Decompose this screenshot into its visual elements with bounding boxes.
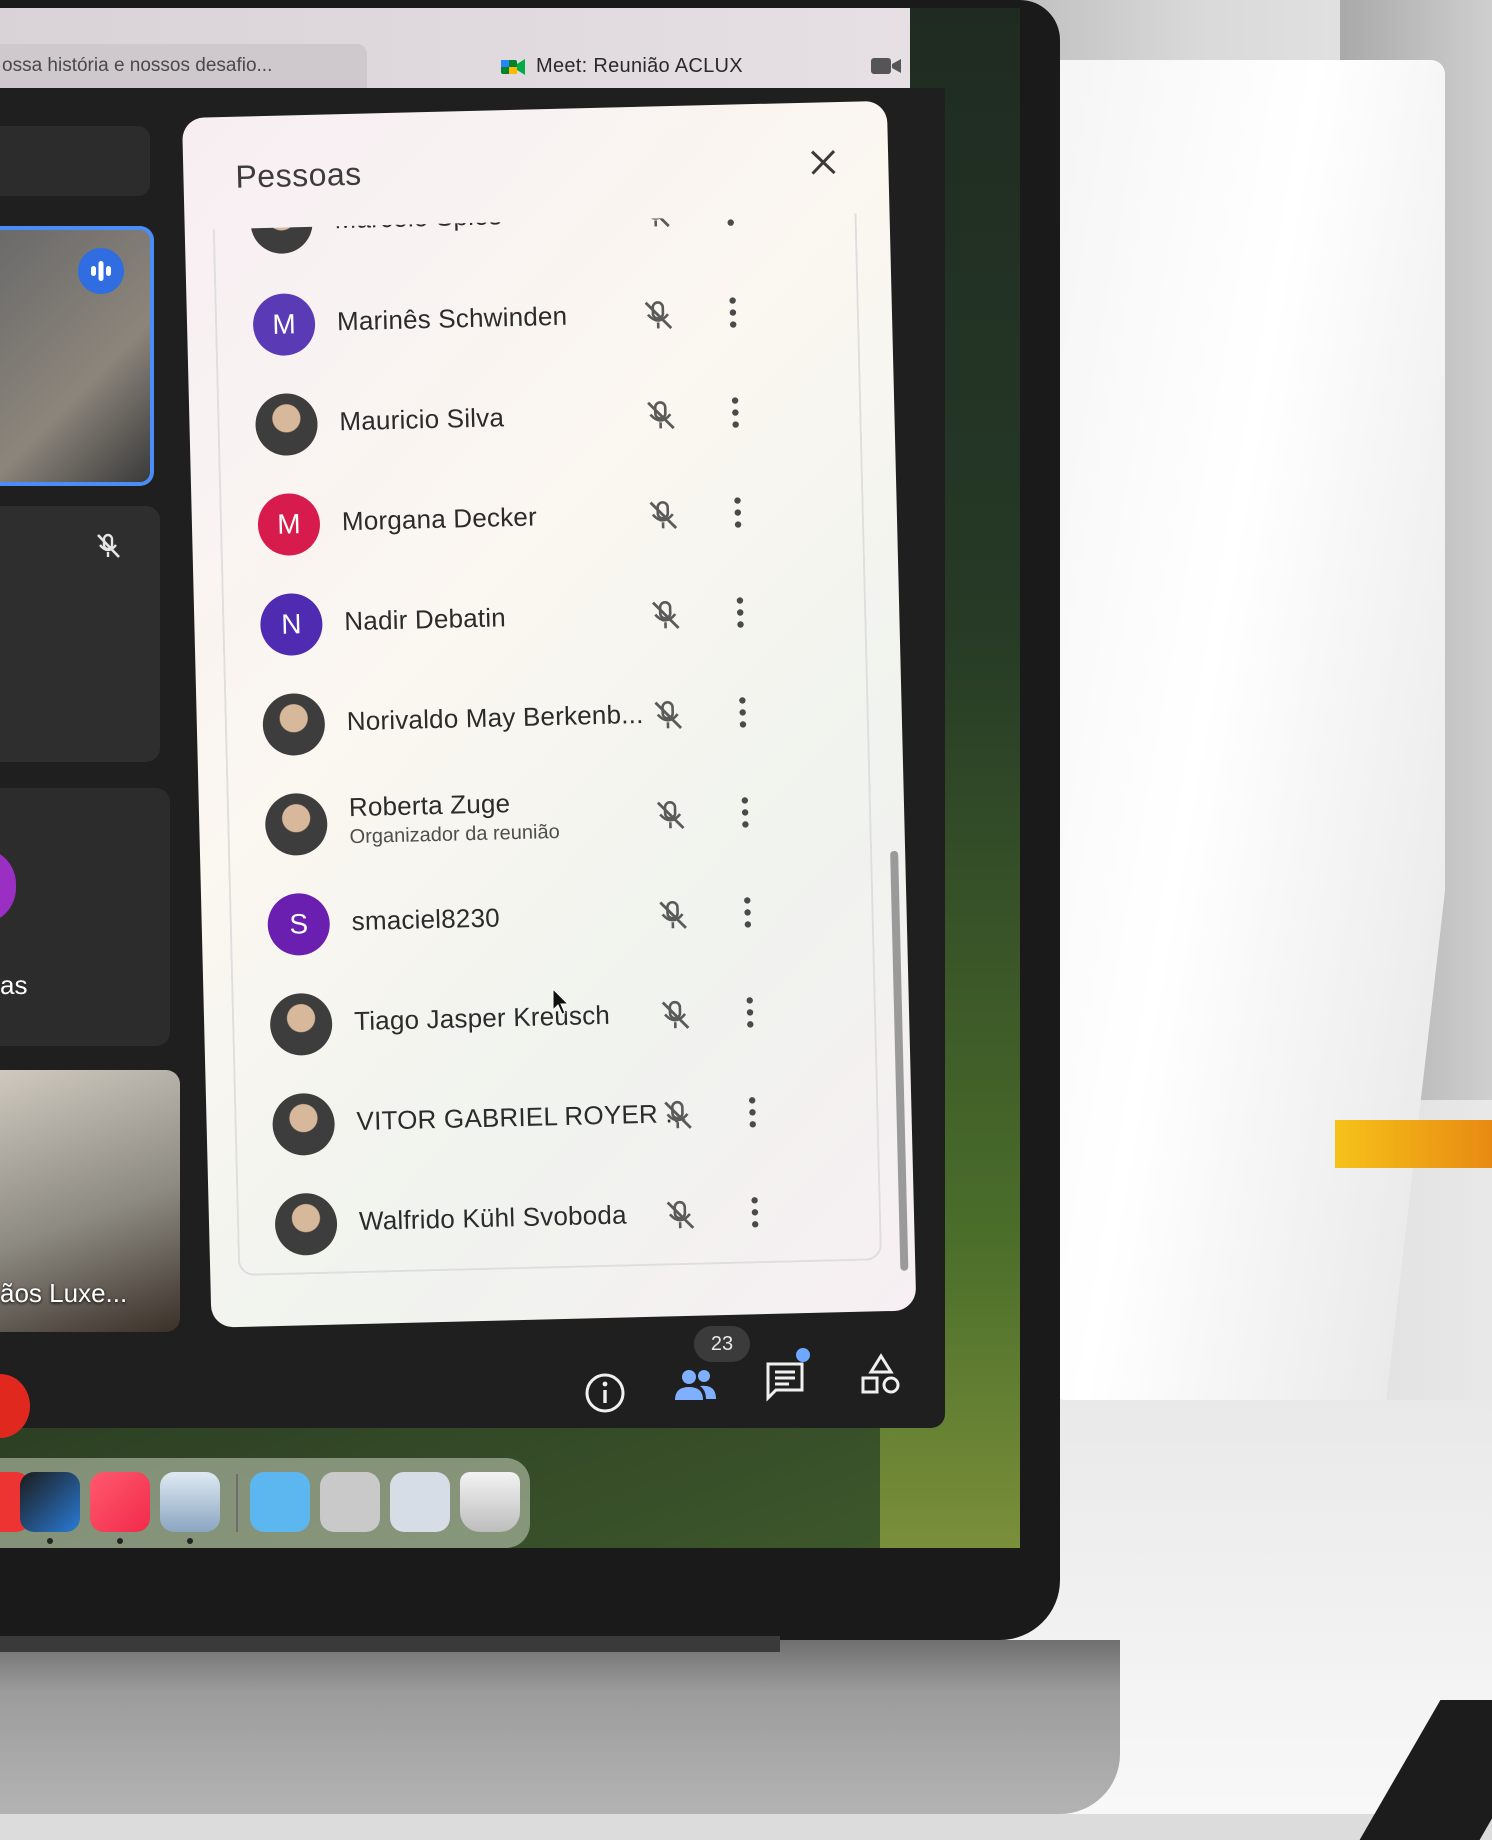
participant-list[interactable]: Marcelo Spies M Marinês Schwinden Mauricio … <box>213 214 882 1276</box>
participant-list-scrollbar[interactable] <box>890 851 908 1271</box>
more-options-icon[interactable] <box>729 492 746 532</box>
dock-app-icon[interactable] <box>20 1472 80 1532</box>
desk-lamp <box>1025 60 1445 1400</box>
people-panel: Pessoas Marcelo SpiesMMarinês SchwindenM… <box>182 101 916 1328</box>
participant-row[interactable]: N Nadir Debatin <box>223 557 865 673</box>
participant-name: Marinês Schwinden <box>337 301 568 338</box>
participant-row[interactable]: VITOR GABRIEL ROYER ... <box>235 1057 877 1173</box>
more-options-icon[interactable] <box>746 1192 763 1232</box>
speaking-indicator-icon <box>78 248 124 294</box>
chat-icon[interactable] <box>762 1358 808 1404</box>
more-options-icon[interactable] <box>724 292 741 332</box>
laptop-base <box>0 1640 1120 1814</box>
participant-row[interactable]: Roberta ZugeOrganizador da reunião <box>228 757 870 873</box>
participant-name: Mauricio Silva <box>339 402 504 437</box>
music-icon[interactable] <box>90 1472 150 1532</box>
browser-tab-meet[interactable]: Meet: Reunião ACLUX <box>500 46 743 86</box>
dock-stack-icon[interactable] <box>390 1472 450 1532</box>
dock-separator <box>236 1474 238 1532</box>
participant-avatar: S <box>267 893 330 956</box>
info-icon[interactable] <box>582 1370 628 1416</box>
participant-name: Morgana Decker <box>342 501 538 537</box>
participant-avatar: M <box>252 293 315 356</box>
dock-running-dot <box>117 1538 123 1544</box>
mic-off-icon <box>648 696 687 735</box>
tile-participant-name: as <box>0 970 27 1001</box>
mic-off-icon <box>92 530 124 562</box>
participant-role: Organizador da reunião <box>349 821 560 849</box>
dock-running-dot <box>187 1538 193 1544</box>
participant-avatar <box>265 793 328 856</box>
participant-avatar <box>274 1193 337 1256</box>
mic-off-icon <box>656 996 695 1035</box>
panel-title: Pessoas <box>235 156 362 196</box>
participant-avatar <box>262 693 325 756</box>
participant-name: Nadir Debatin <box>344 602 506 637</box>
background-book <box>1335 1120 1492 1168</box>
mic-off-icon <box>658 1096 697 1135</box>
preview-icon[interactable] <box>160 1472 220 1532</box>
participant-name: Walfrido Kühl Svoboda <box>359 1199 627 1237</box>
participant-name: smaciel8230 <box>351 902 500 937</box>
mouse-cursor-icon <box>552 988 572 1016</box>
mic-off-icon <box>660 1196 699 1235</box>
participant-name: Roberta Zuge <box>349 788 511 823</box>
video-tile[interactable] <box>0 788 170 1046</box>
meet-tab-title: Meet: Reunião ACLUX <box>536 55 743 77</box>
mic-off-icon <box>653 896 692 935</box>
browser-tab-previous[interactable]: ossa história e nossos desafio... <box>0 44 367 88</box>
mic-off-icon <box>636 214 675 233</box>
tile-participant-name: ãos Luxe... <box>0 1278 127 1309</box>
mic-off-icon <box>643 496 682 535</box>
activities-icon[interactable] <box>858 1352 904 1398</box>
stage-top-tile <box>0 126 150 196</box>
people-icon[interactable] <box>672 1362 718 1408</box>
participant-name: VITOR GABRIEL ROYER ... <box>356 1098 688 1137</box>
laptop-hinge <box>0 1636 780 1652</box>
downloads-folder-icon[interactable] <box>250 1472 310 1532</box>
video-tile-speaking[interactable] <box>0 226 154 486</box>
camera-icon[interactable] <box>870 56 902 76</box>
participant-count-badge: 23 <box>694 1326 750 1362</box>
participant-avatar <box>269 993 332 1056</box>
more-options-icon[interactable] <box>722 214 739 231</box>
participant-row[interactable]: Ssmaciel8230 <box>230 857 872 973</box>
google-meet-icon <box>500 57 526 77</box>
trash-icon[interactable] <box>460 1472 520 1532</box>
participant-name: Marcelo Spies <box>334 214 502 236</box>
mic-off-icon <box>651 796 690 835</box>
more-options-icon[interactable] <box>742 992 759 1032</box>
close-icon[interactable] <box>803 142 844 183</box>
participant-avatar <box>272 1093 335 1156</box>
participant-avatar <box>255 393 318 456</box>
participant-row[interactable]: M Morgana Decker <box>221 458 863 574</box>
video-tile[interactable] <box>0 506 160 762</box>
more-options-icon[interactable] <box>734 692 751 732</box>
participant-row[interactable]: M Marinês Schwinden <box>216 258 858 374</box>
mic-off-icon <box>646 596 685 635</box>
more-options-icon[interactable] <box>739 892 756 932</box>
more-options-icon[interactable] <box>744 1092 761 1132</box>
participant-avatar <box>250 214 313 255</box>
dock-running-dot <box>47 1538 53 1544</box>
participant-avatar: N <box>260 593 323 656</box>
participant-row[interactable]: Mauricio Silva <box>218 358 860 474</box>
more-options-icon[interactable] <box>727 392 744 432</box>
macos-dock <box>0 1458 530 1548</box>
browser-tab-bar: ossa história e nossos desafio... Meet: … <box>0 8 910 88</box>
participant-row[interactable]: Norivaldo May Berkenb... <box>226 657 868 773</box>
participant-avatar: M <box>257 493 320 556</box>
participant-name: Norivaldo May Berkenb... <box>346 699 643 737</box>
participant-row[interactable]: Walfrido Kühl Svoboda <box>238 1157 880 1273</box>
dock-stack-icon[interactable] <box>320 1472 380 1532</box>
laptop-screen: ossa história e nossos desafio... Meet: … <box>0 8 1020 1548</box>
more-options-icon[interactable] <box>737 792 754 832</box>
mic-off-icon <box>641 396 680 435</box>
chat-notification-dot <box>796 1348 810 1362</box>
mic-off-icon <box>639 296 678 335</box>
more-options-icon[interactable] <box>732 592 749 632</box>
